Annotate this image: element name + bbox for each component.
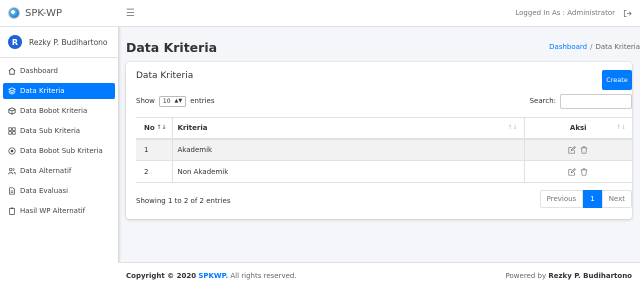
sidebar-item-data-bobot-sub-kriteria[interactable]: Data Bobot Sub Kriteria — [3, 143, 115, 159]
powered-name: Rezky P. Budihartono — [548, 272, 632, 280]
cell-kriteria: Non Akademik — [171, 160, 524, 183]
table-row: 1 Akademik — [136, 138, 632, 161]
grid-icon — [7, 127, 16, 136]
search-input[interactable] — [560, 93, 632, 109]
sidebar-nav: Dashboard Data Kriteria Data Bobot Krite… — [0, 58, 118, 219]
sidebar-item-data-alternatif[interactable]: Data Alternatif — [3, 163, 115, 179]
sidebar-item-label: Data Alternatif — [20, 167, 72, 175]
table-header-row: No ↑↓ Kriteria ↑↓ Aksi ↑↓ — [136, 117, 632, 140]
brand-name: SPK-WP — [25, 7, 63, 19]
cell-no: 2 — [136, 160, 172, 183]
breadcrumb-current: Data Kriteria — [595, 43, 640, 51]
target-icon — [7, 147, 16, 156]
select-arrow-icon: ▲▼ — [174, 98, 183, 104]
trash-icon[interactable] — [580, 146, 588, 154]
pagination-page-1[interactable]: 1 — [583, 190, 602, 208]
footer-powered-by: Powered by Rezky P. Budihartono — [506, 272, 632, 280]
breadcrumb-home-link[interactable]: Dashboard — [549, 43, 587, 51]
edit-icon[interactable] — [568, 167, 576, 176]
pagination-previous[interactable]: Previous — [539, 190, 584, 208]
sort-icon: ↑↓ — [507, 124, 518, 131]
sidebar-item-label: Data Evaluasi — [20, 187, 69, 195]
sort-asc-icon: ↑↓ — [156, 124, 167, 131]
entries-label: entries — [190, 97, 215, 105]
search-label: Search: — [529, 97, 556, 105]
sort-icon: ↑↓ — [615, 124, 626, 131]
sidebar-item-hasil-wp-alternatif[interactable]: Hasil WP Alternatif — [3, 203, 115, 219]
brand-logo-icon — [8, 7, 20, 19]
breadcrumb: Dashboard / Data Kriteria — [549, 43, 640, 51]
kriteria-table: No ↑↓ Kriteria ↑↓ Aksi ↑↓ 1 Akademik 2 N… — [136, 117, 632, 183]
create-button[interactable]: Create — [602, 70, 632, 90]
data-kriteria-card: Data Kriteria Create Show 10 ▲▼ entries … — [126, 62, 632, 219]
search-wrap: Search: — [529, 93, 632, 109]
sidebar-item-data-kriteria[interactable]: Data Kriteria — [3, 83, 115, 99]
home-icon — [7, 67, 16, 76]
copyright-prefix: Copyright © 2020 — [126, 272, 197, 280]
clipboard-icon — [7, 207, 16, 216]
column-header-aksi[interactable]: Aksi ↑↓ — [523, 117, 632, 140]
card-title: Data Kriteria — [136, 71, 194, 81]
entries-select-value: 10 — [162, 97, 171, 105]
box-icon — [7, 107, 16, 116]
column-header-no[interactable]: No ↑↓ — [136, 117, 172, 140]
avatar: R — [8, 35, 22, 49]
sidebar-item-label: Data Sub Kriteria — [20, 127, 81, 135]
pagination: Previous 1 Next — [539, 190, 632, 208]
table-row: 2 Non Akademik — [136, 160, 632, 183]
sidebar-item-label: Hasil WP Alternatif — [20, 207, 86, 215]
footer-copyright: Copyright © 2020 SPKWP. All rights reser… — [126, 272, 297, 280]
pagination-next[interactable]: Next — [601, 190, 632, 208]
sidebar-item-data-sub-kriteria[interactable]: Data Sub Kriteria — [3, 123, 115, 139]
menu-toggle-icon[interactable]: ☰ — [126, 8, 135, 19]
sidebar-item-label: Data Bobot Sub Kriteria — [20, 147, 103, 155]
edit-icon[interactable] — [568, 145, 576, 154]
cell-aksi — [523, 160, 632, 183]
footer: Copyright © 2020 SPKWP. All rights reser… — [118, 262, 640, 289]
table-info: Showing 1 to 2 of 2 entries — [136, 197, 231, 205]
cell-aksi — [523, 138, 632, 161]
users-icon — [7, 167, 16, 176]
sidebar-item-data-evaluasi[interactable]: Data Evaluasi — [3, 183, 115, 199]
column-header-kriteria[interactable]: Kriteria ↑↓ — [171, 117, 524, 140]
sidebar-item-data-bobot-kriteria[interactable]: Data Bobot Kriteria — [3, 103, 115, 119]
breadcrumb-separator: / — [590, 43, 593, 51]
sidebar: SPK-WP R Rezky P. Budihartono Dashboard … — [0, 0, 118, 289]
sidebar-item-label: Dashboard — [20, 67, 58, 75]
table-controls: Show 10 ▲▼ entries Search: — [136, 93, 632, 109]
copyright-brand-link[interactable]: SPKWP. — [198, 272, 228, 280]
layers-icon — [7, 87, 16, 96]
logged-in-text: Logged In As : Administrator — [515, 9, 615, 17]
brand[interactable]: SPK-WP — [0, 0, 118, 27]
logout-icon[interactable] — [623, 9, 632, 18]
content-header: Data Kriteria Dashboard / Data Kriteria — [126, 37, 640, 57]
copyright-suffix: All rights reserved. — [230, 272, 297, 280]
page-title: Data Kriteria — [126, 39, 218, 55]
sidebar-item-label: Data Kriteria — [20, 87, 65, 95]
topbar: ☰ Logged In As : Administrator — [118, 0, 640, 27]
topbar-user-info: Logged In As : Administrator — [515, 9, 632, 18]
user-panel[interactable]: R Rezky P. Budihartono — [0, 27, 118, 58]
entries-select[interactable]: 10 ▲▼ — [158, 95, 187, 107]
cell-kriteria: Akademik — [171, 138, 524, 161]
user-name: Rezky P. Budihartono — [29, 37, 108, 47]
sidebar-item-dashboard[interactable]: Dashboard — [3, 63, 115, 79]
powered-prefix: Powered by — [505, 272, 547, 280]
show-label: Show — [136, 97, 155, 105]
file-icon — [7, 187, 16, 196]
trash-icon[interactable] — [580, 167, 588, 176]
cell-no: 1 — [136, 138, 172, 161]
sidebar-item-label: Data Bobot Kriteria — [20, 107, 88, 115]
